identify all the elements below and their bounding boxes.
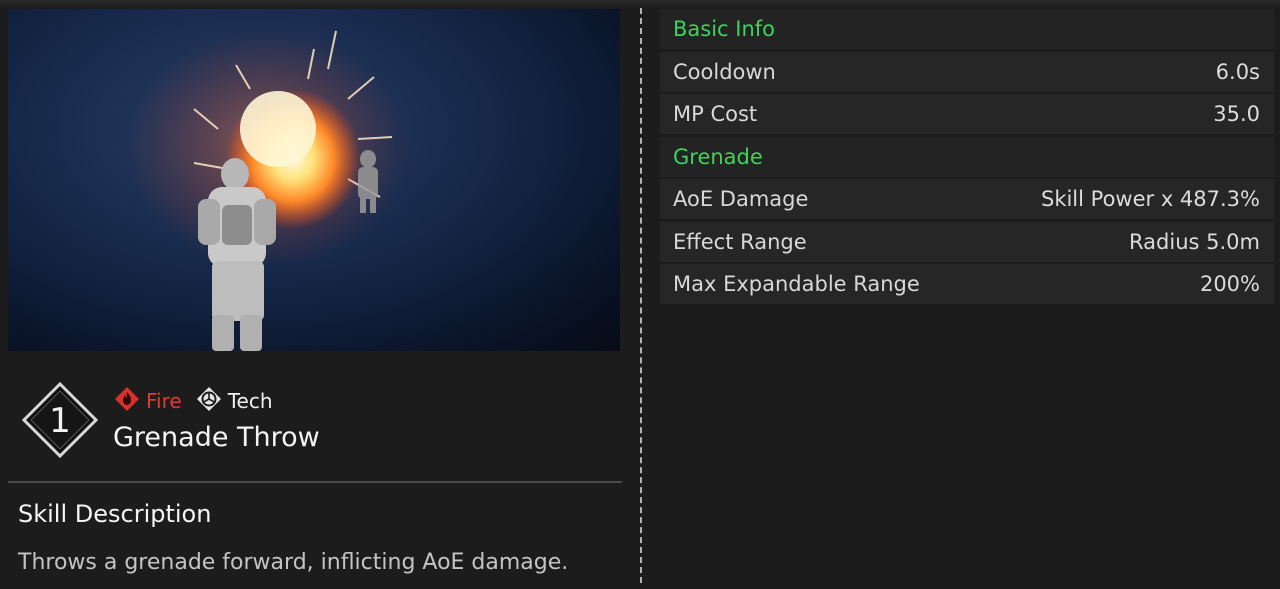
fire-attribute-icon xyxy=(114,386,140,417)
tag-tech: Tech xyxy=(196,386,273,417)
stat-label: Max Expandable Range xyxy=(673,272,920,296)
stat-value: 200% xyxy=(1199,272,1260,296)
stat-value: 6.0s xyxy=(1215,59,1260,84)
stat-row-cooldown: Cooldown 6.0s xyxy=(660,51,1274,92)
skill-description-text: Throws a grenade forward, inflicting AoE… xyxy=(18,550,569,575)
skill-stats-table: Basic Info Cooldown 6.0s MP Cost 35.0 Gr… xyxy=(660,9,1274,307)
skill-preview-image xyxy=(8,9,620,351)
section-divider xyxy=(8,481,622,483)
tag-fire-label: Fire xyxy=(146,389,182,413)
top-edge xyxy=(0,0,1280,8)
section-header-basic-info: Basic Info xyxy=(660,9,1274,49)
panel-divider xyxy=(640,8,643,583)
stat-row-max-expandable-range: Max Expandable Range 200% xyxy=(660,264,1274,304)
skill-slot-number: 1 xyxy=(49,401,71,441)
skill-description-title: Skill Description xyxy=(18,500,212,528)
stat-value: 35.0 xyxy=(1213,102,1260,126)
section-title: Grenade xyxy=(673,144,763,169)
stat-label: MP Cost xyxy=(673,102,758,126)
stat-row-aoe-damage: AoE Damage Skill Power x 487.3% xyxy=(660,179,1274,219)
skill-header: 1 Fire Tech Grenade Throw xyxy=(0,372,630,472)
tag-tech-label: Tech xyxy=(227,389,273,413)
stat-label: Effect Range xyxy=(673,229,807,254)
stat-value: Skill Power x 487.3% xyxy=(1040,187,1260,211)
skill-attribute-tags: Fire Tech xyxy=(114,386,273,416)
stat-row-effect-range: Effect Range Radius 5.0m xyxy=(660,221,1274,262)
tech-attribute-icon xyxy=(196,386,222,417)
section-title: Basic Info xyxy=(673,17,776,41)
tag-fire: Fire xyxy=(114,386,182,417)
preview-scene xyxy=(128,29,408,351)
skill-slot-badge: 1 xyxy=(22,382,98,458)
stat-row-mp-cost: MP Cost 35.0 xyxy=(660,94,1274,134)
section-header-grenade: Grenade xyxy=(660,136,1274,177)
stat-label: AoE Damage xyxy=(673,187,809,211)
stat-label: Cooldown xyxy=(673,59,776,84)
stat-value: Radius 5.0m xyxy=(1129,229,1260,254)
skill-detail-panel: 1 Fire Tech Grenade Throw Skill Descript… xyxy=(0,0,1280,589)
skill-name: Grenade Throw xyxy=(113,422,320,453)
